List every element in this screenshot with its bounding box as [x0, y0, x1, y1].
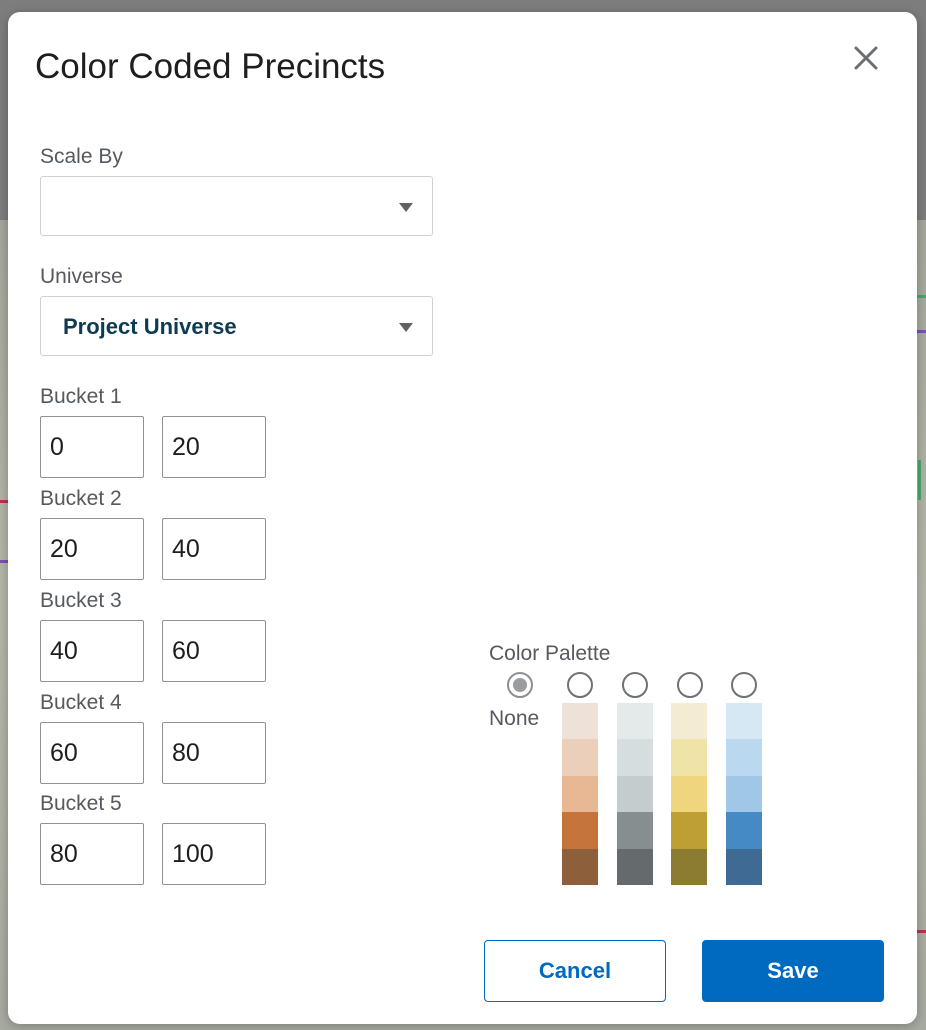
bucket-3-max-input[interactable] [162, 620, 266, 682]
bucket-1-max-input[interactable] [162, 416, 266, 478]
palette-radio-brown[interactable] [567, 672, 593, 698]
close-button[interactable] [848, 40, 884, 76]
universe-value: Project Universe [63, 314, 237, 339]
palette-swatch-gold-4 [671, 812, 707, 849]
bucket-5-label: Bucket 5 [40, 792, 122, 815]
bucket-5-max-input[interactable] [162, 823, 266, 885]
palette-swatch-brown-2 [562, 739, 598, 776]
radio-selected-dot [513, 678, 527, 692]
bucket-5-min-input[interactable] [40, 823, 144, 885]
bucket-2-min-input[interactable] [40, 518, 144, 580]
color-coded-precincts-dialog: Color Coded Precincts Scale By Universe … [8, 12, 917, 1024]
bucket-3-min-input[interactable] [40, 620, 144, 682]
close-icon [854, 46, 878, 70]
scale-by-select[interactable] [40, 176, 433, 236]
palette-radio-gold[interactable] [677, 672, 703, 698]
save-button[interactable]: Save [702, 940, 884, 1002]
palette-swatch-blue-4 [726, 812, 762, 849]
palette-radio-gray[interactable] [622, 672, 648, 698]
bucket-3-label: Bucket 3 [40, 589, 122, 612]
universe-select[interactable]: Project Universe [40, 296, 433, 356]
palette-swatch-blue-2 [726, 739, 762, 776]
chevron-down-icon [399, 323, 413, 332]
palette-swatch-brown[interactable] [562, 703, 598, 885]
palette-swatch-gray[interactable] [617, 703, 653, 885]
bucket-4-max-input[interactable] [162, 722, 266, 784]
palette-radio-blue[interactable] [731, 672, 757, 698]
palette-swatch-brown-1 [562, 703, 598, 740]
scale-by-label: Scale By [40, 145, 123, 168]
palette-swatch-blue[interactable] [726, 703, 762, 885]
palette-swatch-gray-5 [617, 848, 653, 885]
color-palette-label: Color Palette [489, 642, 611, 665]
palette-swatch-gold-3 [671, 775, 707, 813]
palette-swatch-gold-2 [671, 739, 707, 776]
chevron-down-icon [399, 203, 413, 212]
palette-swatch-gold[interactable] [671, 703, 707, 885]
universe-label: Universe [40, 265, 123, 288]
bucket-1-label: Bucket 1 [40, 385, 122, 408]
palette-swatch-brown-3 [562, 775, 598, 813]
bucket-1-min-input[interactable] [40, 416, 144, 478]
bucket-4-label: Bucket 4 [40, 691, 122, 714]
palette-swatch-gray-4 [617, 812, 653, 849]
palette-radio-none[interactable] [507, 672, 533, 698]
palette-swatch-blue-3 [726, 775, 762, 813]
bucket-2-label: Bucket 2 [40, 487, 122, 510]
palette-swatch-gray-1 [617, 703, 653, 740]
palette-swatch-blue-5 [726, 848, 762, 885]
bucket-4-min-input[interactable] [40, 722, 144, 784]
palette-swatch-gold-5 [671, 848, 707, 885]
palette-swatch-gray-2 [617, 739, 653, 776]
palette-swatch-brown-5 [562, 848, 598, 885]
cancel-button[interactable]: Cancel [484, 940, 666, 1002]
palette-swatch-blue-1 [726, 703, 762, 740]
palette-swatch-brown-4 [562, 812, 598, 849]
bucket-2-max-input[interactable] [162, 518, 266, 580]
palette-swatch-gray-3 [617, 775, 653, 813]
dialog-title: Color Coded Precincts [35, 47, 386, 86]
palette-swatch-gold-1 [671, 703, 707, 740]
palette-none-label: None [489, 707, 540, 730]
